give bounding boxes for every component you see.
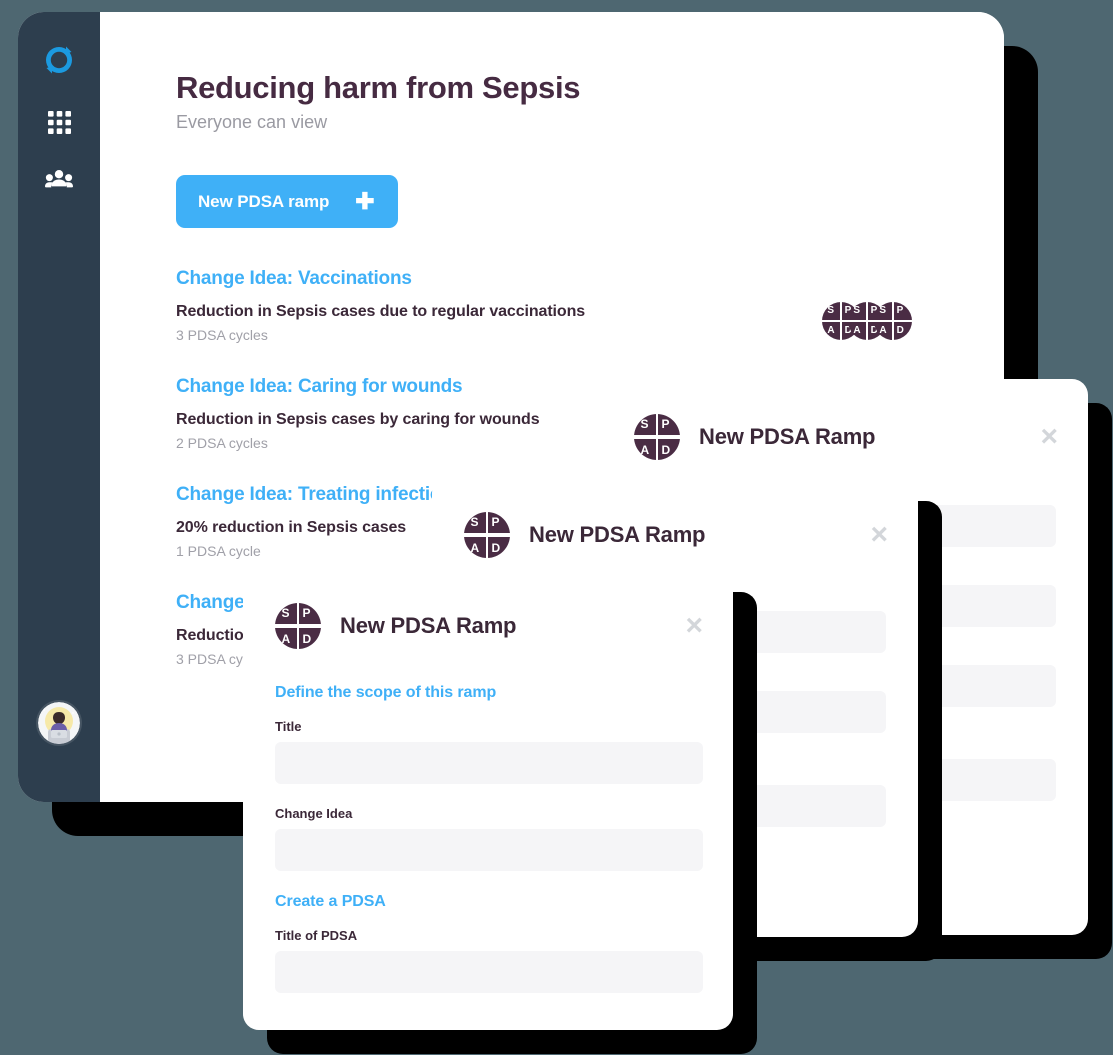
pdsa-title-input[interactable] [275,951,703,993]
plus-icon: ✚ [355,188,375,214]
new-pdsa-ramp-button[interactable]: New PDSA ramp ✚ [176,175,399,228]
modal-header: SPAD New PDSA Ramp × [634,409,1058,465]
user-avatar-icon [38,702,80,744]
pdsa-badge-icon: SPAD [634,414,680,460]
change-idea-field-label: Change Idea [275,806,353,821]
sidebar-item-teams[interactable] [37,158,81,202]
people-icon [45,169,73,191]
new-pdsa-ramp-button-label: New PDSA ramp [198,191,330,211]
refresh-circle-logo-icon [43,44,75,76]
modal-title: New PDSA Ramp [340,613,517,638]
ramp-heading-link[interactable]: Change Idea: Vaccinations [176,268,412,290]
create-a-pdsa-link[interactable]: Create a PDSA [275,893,703,911]
title-input[interactable] [275,742,703,784]
close-icon[interactable]: × [870,520,888,550]
modal-title: New PDSA Ramp [699,424,876,449]
pdsa-cycle-icons[interactable]: SPADSPADSPAD [822,302,912,340]
page-subtitle: Everyone can view [176,112,328,132]
define-scope-link[interactable]: Define the scope of this ramp [275,684,703,702]
pdsa-title-field-label: Title of PDSA [275,928,358,943]
modal-header: SPAD New PDSA Ramp × [275,598,703,654]
ramp-heading-link[interactable]: Change Idea: Caring for wounds [176,376,463,398]
sidebar-item-dashboard[interactable] [37,100,81,144]
grid-icon [47,110,71,134]
sidebar-item-logo[interactable] [37,38,81,82]
modal-header: SPAD New PDSA Ramp × [464,507,888,563]
avatar[interactable] [38,702,80,744]
close-icon[interactable]: × [1040,422,1058,452]
page-title: Reducing harm from Sepsis [176,70,581,105]
ramp-row: Change Idea: Vaccinations Reduction in Se… [176,268,1004,343]
ramp-heading-link[interactable]: Change Idea: Treating infections [176,484,463,506]
pdsa-badge-icon: SPAD [874,302,912,340]
sidebar [18,12,100,802]
title-field-label: Title [275,719,302,734]
new-pdsa-ramp-modal: SPAD New PDSA Ramp × Define the scope of… [243,568,733,1030]
close-icon[interactable]: × [685,611,703,641]
modal-title: New PDSA Ramp [529,522,706,547]
pdsa-badge-icon: SPAD [464,512,510,558]
change-idea-input[interactable] [275,829,703,871]
pdsa-badge-icon: SPAD [275,603,321,649]
